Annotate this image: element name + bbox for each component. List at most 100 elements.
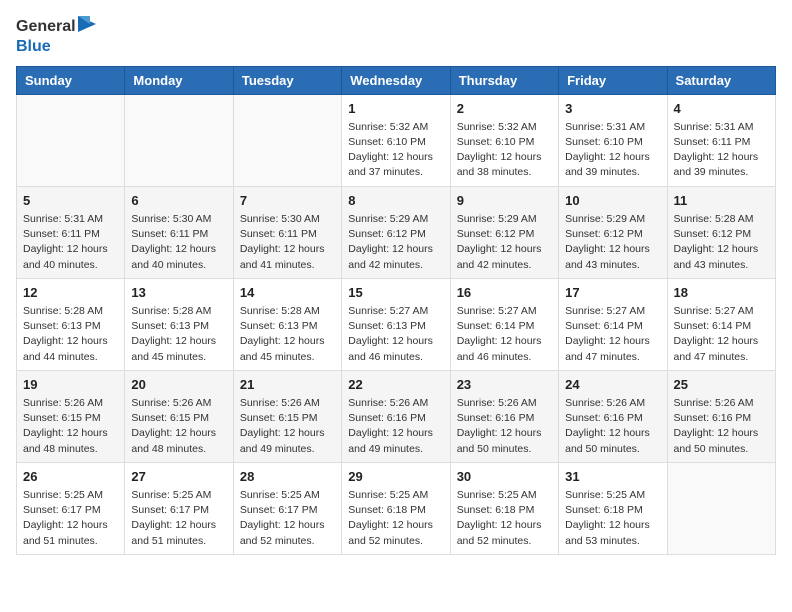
day-info: Sunrise: 5:30 AMSunset: 6:11 PMDaylight:…: [131, 212, 226, 273]
calendar-week-row: 12 Sunrise: 5:28 AMSunset: 6:13 PMDayligh…: [17, 278, 776, 370]
day-number: 27: [131, 468, 226, 486]
day-number: 8: [348, 192, 443, 210]
day-number: 4: [674, 100, 769, 118]
day-info: Sunrise: 5:25 AMSunset: 6:18 PMDaylight:…: [565, 488, 660, 549]
calendar-day-cell: [667, 462, 775, 554]
day-number: 16: [457, 284, 552, 302]
calendar-day-cell: 20 Sunrise: 5:26 AMSunset: 6:15 PMDayligh…: [125, 370, 233, 462]
day-info: Sunrise: 5:25 AMSunset: 6:18 PMDaylight:…: [457, 488, 552, 549]
day-number: 23: [457, 376, 552, 394]
day-number: 31: [565, 468, 660, 486]
day-info: Sunrise: 5:25 AMSunset: 6:18 PMDaylight:…: [348, 488, 443, 549]
day-number: 3: [565, 100, 660, 118]
day-number: 12: [23, 284, 118, 302]
day-info: Sunrise: 5:26 AMSunset: 6:16 PMDaylight:…: [565, 396, 660, 457]
calendar-day-cell: 1 Sunrise: 5:32 AMSunset: 6:10 PMDaylight…: [342, 94, 450, 186]
calendar-day-cell: [233, 94, 341, 186]
calendar-day-cell: 14 Sunrise: 5:28 AMSunset: 6:13 PMDayligh…: [233, 278, 341, 370]
calendar-day-cell: 10 Sunrise: 5:29 AMSunset: 6:12 PMDayligh…: [559, 186, 667, 278]
day-number: 9: [457, 192, 552, 210]
logo-general: General: [16, 18, 76, 36]
calendar-day-cell: 18Sunrise: 5:27 AMSunset: 6:14 PMDayligh…: [667, 278, 775, 370]
calendar-day-cell: 11 Sunrise: 5:28 AMSunset: 6:12 PMDayligh…: [667, 186, 775, 278]
day-info: Sunrise: 5:27 AMSunset: 6:14 PMDaylight:…: [565, 304, 660, 365]
day-number: 5: [23, 192, 118, 210]
calendar-week-row: 19Sunrise: 5:26 AMSunset: 6:15 PMDayligh…: [17, 370, 776, 462]
calendar-day-cell: 31 Sunrise: 5:25 AMSunset: 6:18 PMDayligh…: [559, 462, 667, 554]
day-info: Sunrise: 5:28 AMSunset: 6:13 PMDaylight:…: [131, 304, 226, 365]
day-number: 25: [674, 376, 769, 394]
calendar-day-cell: 21 Sunrise: 5:26 AMSunset: 6:15 PMDayligh…: [233, 370, 341, 462]
day-number: 7: [240, 192, 335, 210]
day-info: Sunrise: 5:27 AMSunset: 6:14 PMDaylight:…: [674, 304, 769, 365]
calendar-day-cell: [125, 94, 233, 186]
calendar-day-cell: 29 Sunrise: 5:25 AMSunset: 6:18 PMDayligh…: [342, 462, 450, 554]
day-number: 11: [674, 192, 769, 210]
calendar-day-cell: 19Sunrise: 5:26 AMSunset: 6:15 PMDayligh…: [17, 370, 125, 462]
day-number: 29: [348, 468, 443, 486]
weekday-header: Wednesday: [342, 66, 450, 94]
day-info: Sunrise: 5:31 AMSunset: 6:10 PMDaylight:…: [565, 120, 660, 181]
calendar-day-cell: 15Sunrise: 5:27 AMSunset: 6:13 PMDayligh…: [342, 278, 450, 370]
day-info: Sunrise: 5:26 AMSunset: 6:15 PMDaylight:…: [131, 396, 226, 457]
day-number: 17: [565, 284, 660, 302]
calendar-week-row: 1 Sunrise: 5:32 AMSunset: 6:10 PMDaylight…: [17, 94, 776, 186]
day-info: Sunrise: 5:31 AMSunset: 6:11 PMDaylight:…: [674, 120, 769, 181]
day-info: Sunrise: 5:32 AMSunset: 6:10 PMDaylight:…: [457, 120, 552, 181]
day-number: 22: [348, 376, 443, 394]
day-info: Sunrise: 5:26 AMSunset: 6:15 PMDaylight:…: [23, 396, 118, 457]
day-number: 21: [240, 376, 335, 394]
day-number: 14: [240, 284, 335, 302]
day-info: Sunrise: 5:29 AMSunset: 6:12 PMDaylight:…: [348, 212, 443, 273]
calendar-day-cell: 3 Sunrise: 5:31 AMSunset: 6:10 PMDaylight…: [559, 94, 667, 186]
day-info: Sunrise: 5:29 AMSunset: 6:12 PMDaylight:…: [457, 212, 552, 273]
day-info: Sunrise: 5:25 AMSunset: 6:17 PMDaylight:…: [23, 488, 118, 549]
day-info: Sunrise: 5:31 AMSunset: 6:11 PMDaylight:…: [23, 212, 118, 273]
day-info: Sunrise: 5:26 AMSunset: 6:15 PMDaylight:…: [240, 396, 335, 457]
calendar-day-cell: 28Sunrise: 5:25 AMSunset: 6:17 PMDayligh…: [233, 462, 341, 554]
day-info: Sunrise: 5:28 AMSunset: 6:12 PMDaylight:…: [674, 212, 769, 273]
day-info: Sunrise: 5:28 AMSunset: 6:13 PMDaylight:…: [240, 304, 335, 365]
weekday-header: Tuesday: [233, 66, 341, 94]
calendar-day-cell: 8 Sunrise: 5:29 AMSunset: 6:12 PMDaylight…: [342, 186, 450, 278]
calendar-day-cell: 7 Sunrise: 5:30 AMSunset: 6:11 PMDaylight…: [233, 186, 341, 278]
calendar-week-row: 5 Sunrise: 5:31 AMSunset: 6:11 PMDaylight…: [17, 186, 776, 278]
calendar-day-cell: 5 Sunrise: 5:31 AMSunset: 6:11 PMDaylight…: [17, 186, 125, 278]
day-info: Sunrise: 5:25 AMSunset: 6:17 PMDaylight:…: [131, 488, 226, 549]
logo: General Blue: [16, 16, 96, 56]
calendar-day-cell: 30 Sunrise: 5:25 AMSunset: 6:18 PMDayligh…: [450, 462, 558, 554]
calendar-day-cell: 27 Sunrise: 5:25 AMSunset: 6:17 PMDayligh…: [125, 462, 233, 554]
day-number: 20: [131, 376, 226, 394]
calendar-day-cell: 26 Sunrise: 5:25 AMSunset: 6:17 PMDayligh…: [17, 462, 125, 554]
logo-text: General Blue: [16, 16, 96, 56]
day-info: Sunrise: 5:29 AMSunset: 6:12 PMDaylight:…: [565, 212, 660, 273]
day-info: Sunrise: 5:32 AMSunset: 6:10 PMDaylight:…: [348, 120, 443, 181]
day-info: Sunrise: 5:26 AMSunset: 6:16 PMDaylight:…: [674, 396, 769, 457]
weekday-header: Saturday: [667, 66, 775, 94]
day-info: Sunrise: 5:26 AMSunset: 6:16 PMDaylight:…: [457, 396, 552, 457]
calendar-table: SundayMondayTuesdayWednesdayThursdayFrid…: [16, 66, 776, 555]
calendar-day-cell: 16 Sunrise: 5:27 AMSunset: 6:14 PMDayligh…: [450, 278, 558, 370]
day-number: 1: [348, 100, 443, 118]
calendar-day-cell: 2Sunrise: 5:32 AMSunset: 6:10 PMDaylight…: [450, 94, 558, 186]
day-number: 24: [565, 376, 660, 394]
day-number: 15: [348, 284, 443, 302]
day-number: 10: [565, 192, 660, 210]
calendar-day-cell: 4 Sunrise: 5:31 AMSunset: 6:11 PMDaylight…: [667, 94, 775, 186]
weekday-header: Thursday: [450, 66, 558, 94]
day-info: Sunrise: 5:28 AMSunset: 6:13 PMDaylight:…: [23, 304, 118, 365]
day-number: 13: [131, 284, 226, 302]
calendar-day-cell: 9 Sunrise: 5:29 AMSunset: 6:12 PMDaylight…: [450, 186, 558, 278]
calendar-week-row: 26 Sunrise: 5:25 AMSunset: 6:17 PMDayligh…: [17, 462, 776, 554]
day-info: Sunrise: 5:30 AMSunset: 6:11 PMDaylight:…: [240, 212, 335, 273]
day-number: 26: [23, 468, 118, 486]
calendar-day-cell: 24 Sunrise: 5:26 AMSunset: 6:16 PMDayligh…: [559, 370, 667, 462]
day-number: 30: [457, 468, 552, 486]
calendar-day-cell: 12 Sunrise: 5:28 AMSunset: 6:13 PMDayligh…: [17, 278, 125, 370]
calendar-day-cell: 13 Sunrise: 5:28 AMSunset: 6:13 PMDayligh…: [125, 278, 233, 370]
calendar-header-row: SundayMondayTuesdayWednesdayThursdayFrid…: [17, 66, 776, 94]
calendar-day-cell: [17, 94, 125, 186]
day-info: Sunrise: 5:27 AMSunset: 6:14 PMDaylight:…: [457, 304, 552, 365]
day-info: Sunrise: 5:25 AMSunset: 6:17 PMDaylight:…: [240, 488, 335, 549]
logo-arrow-icon: [78, 16, 96, 38]
